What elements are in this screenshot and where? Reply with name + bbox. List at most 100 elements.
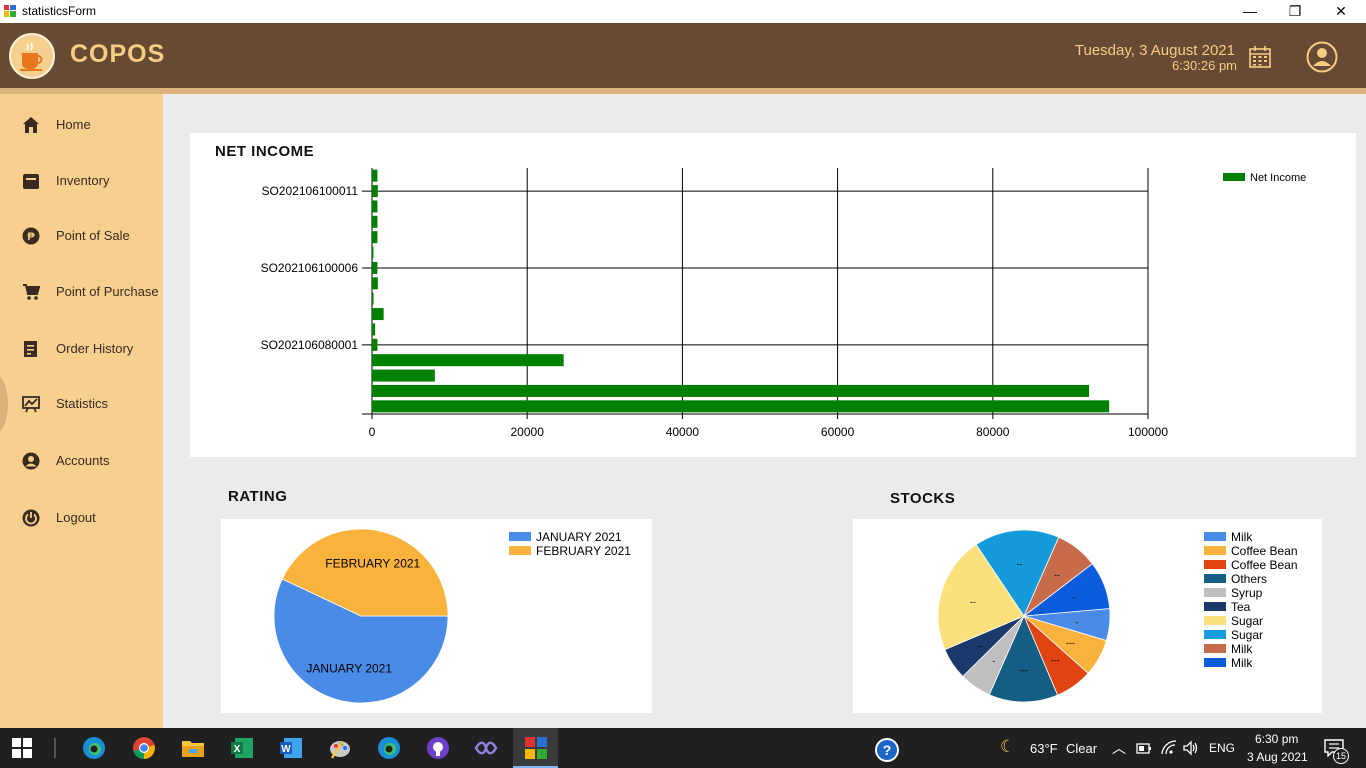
net-income-bar [372, 261, 378, 274]
excel-icon[interactable]: X [230, 736, 254, 760]
stocks-title: STOCKS [890, 490, 956, 507]
chart-icon [22, 396, 40, 413]
pie-slice-label: --- [1019, 665, 1028, 675]
pie-slice-label: - [1076, 617, 1079, 627]
power-icon [22, 509, 40, 527]
legend-label: Net Income [1250, 172, 1306, 184]
legend-swatch [1223, 173, 1245, 181]
legend-swatch [1204, 616, 1226, 625]
net-income-bar [372, 169, 378, 182]
pie-slice-label: -- [977, 642, 983, 652]
legend-label: FEBRUARY 2021 [536, 544, 631, 558]
x-tick-label: 20000 [511, 425, 545, 439]
svg-text:?: ? [883, 742, 892, 758]
legend-swatch [509, 546, 531, 555]
legend-swatch [1204, 546, 1226, 555]
sidebar-item-point-of-sale[interactable]: ₱ Point of Sale [0, 216, 163, 256]
x-tick-label: 100000 [1128, 425, 1168, 439]
windows-start-icon[interactable] [12, 738, 32, 758]
weather-temp[interactable]: 63°F [1030, 741, 1058, 756]
net-income-chart: 0 20000 40000 60000 80000 100000 SO20210610001… [261, 168, 1306, 439]
net-income-bar [372, 215, 378, 228]
pie-slice-label: -- [1054, 570, 1060, 580]
sidebar-item-label: Point of Purchase [56, 284, 159, 299]
brand-title: COPOS [70, 40, 166, 68]
x-tick-label: 40000 [666, 425, 700, 439]
net-income-title: NET INCOME [215, 143, 315, 160]
net-income-bar [372, 308, 384, 321]
legend-swatch [1204, 658, 1226, 667]
net-income-bar [372, 292, 374, 305]
word-icon[interactable]: W [279, 736, 303, 760]
sidebar-item-home[interactable]: Home [0, 105, 163, 145]
x-tick-label: 60000 [821, 425, 855, 439]
svg-text:W: W [281, 744, 291, 755]
sidebar-item-statistics[interactable]: Statistics [0, 384, 163, 424]
sidebar-item-label: Accounts [56, 453, 110, 468]
sidebar-item-label: Statistics [56, 396, 109, 411]
sidebar-item-inventory[interactable]: Inventory [0, 161, 163, 201]
pie-slice-label: -- [1016, 559, 1022, 569]
paint-icon[interactable] [328, 736, 352, 760]
net-income-bar [372, 200, 378, 213]
battery-icon[interactable] [1136, 741, 1152, 755]
edge-icon[interactable] [82, 736, 106, 760]
svg-text:X: X [234, 744, 241, 755]
sidebar-item-order-history[interactable]: Order History [0, 329, 163, 369]
pie-slice-label: - [1072, 593, 1075, 603]
pie-slice-label: --- [1051, 655, 1060, 665]
close-button[interactable]: ✕ [1318, 0, 1364, 23]
legend-swatch [1204, 630, 1226, 639]
volume-icon[interactable] [1183, 740, 1199, 756]
receipt-icon [24, 341, 37, 357]
legend-label: Syrup [1231, 586, 1263, 600]
wifi-icon[interactable] [1161, 740, 1177, 756]
net-income-bar [372, 400, 1110, 413]
calendar-icon[interactable] [1248, 45, 1272, 69]
legend-label: JANUARY 2021 [536, 530, 622, 544]
coffee-cup-logo-icon [9, 33, 55, 79]
maximize-button[interactable]: ❐ [1272, 0, 1318, 23]
sidebar-item-label: Order History [56, 341, 134, 356]
window-title: statisticsForm [22, 4, 97, 18]
file-explorer-icon[interactable] [181, 736, 205, 760]
legend-swatch [1204, 602, 1226, 611]
header-time: 6:30:26 pm [1171, 58, 1237, 73]
legend-label: Milk [1231, 642, 1253, 656]
weather-text[interactable]: Clear [1066, 741, 1097, 756]
user-profile-icon[interactable] [1306, 41, 1338, 73]
chrome-icon[interactable] [132, 736, 156, 760]
legend-swatch [1204, 574, 1226, 583]
peso-coin-icon: ₱ [22, 227, 40, 245]
net-income-bar [372, 369, 435, 382]
net-income-bar [372, 323, 376, 336]
edge-dev-icon[interactable] [377, 736, 401, 760]
net-income-bar [372, 277, 378, 290]
github-desktop-icon[interactable] [426, 736, 450, 760]
minimize-button[interactable]: — [1227, 0, 1273, 23]
visual-studio-icon[interactable] [474, 736, 498, 760]
taskbar-clock-date[interactable]: 3 Aug 2021 [1247, 750, 1308, 764]
taskbar-clock-time[interactable]: 6:30 pm [1255, 732, 1298, 746]
x-tick-label: 0 [369, 425, 376, 439]
net-income-bar [372, 384, 1090, 397]
statistics-form-app-icon[interactable] [524, 736, 548, 760]
sidebar-item-point-of-purchase[interactable]: Point of Purchase [0, 272, 163, 312]
pie-slice-label: FEBRUARY 2021 [325, 556, 420, 570]
sidebar-item-accounts[interactable]: Accounts [0, 441, 163, 481]
legend-label: Milk [1231, 530, 1253, 544]
svg-text:₱: ₱ [27, 231, 35, 243]
account-icon [22, 452, 40, 470]
pie-slice-label: -- [970, 597, 976, 607]
header-stripe [0, 88, 1366, 94]
taskbar-separator [54, 738, 56, 758]
legend-swatch [1204, 644, 1226, 653]
sidebar-item-label: Inventory [56, 173, 110, 188]
sidebar-item-logout[interactable]: Logout [0, 498, 163, 538]
inventory-icon [23, 174, 39, 189]
legend-label: Others [1231, 572, 1267, 586]
help-icon[interactable]: ? [874, 737, 900, 763]
language-indicator[interactable]: ENG [1209, 741, 1235, 755]
rating-title: RATING [228, 488, 288, 505]
chevron-up-icon[interactable]: ︿ [1112, 738, 1126, 758]
